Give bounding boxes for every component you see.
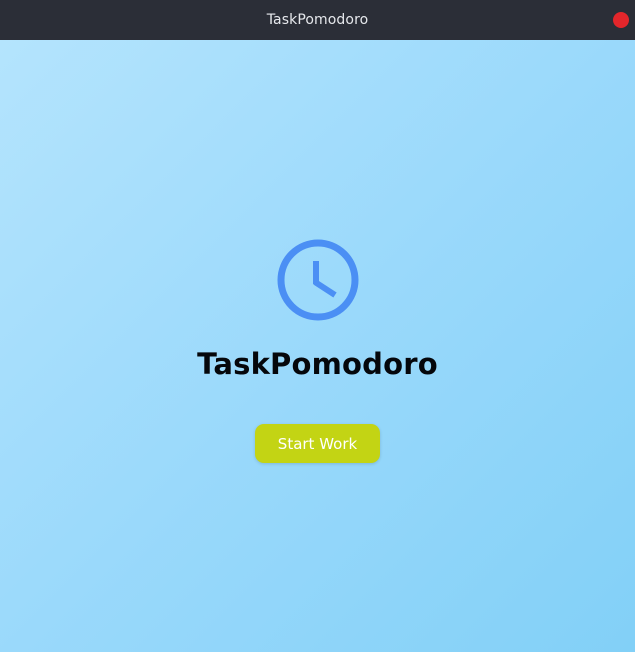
title-bar: TaskPomodoro [0,0,635,40]
app-window: TaskPomodoro TaskPomodoro Start Work [0,0,635,652]
app-name-heading: TaskPomodoro [197,347,438,381]
clock-icon [277,239,359,321]
main-panel: TaskPomodoro Start Work [0,40,635,652]
start-work-button[interactable]: Start Work [255,424,380,463]
window-title: TaskPomodoro [266,12,369,28]
close-window-button[interactable] [613,12,629,28]
